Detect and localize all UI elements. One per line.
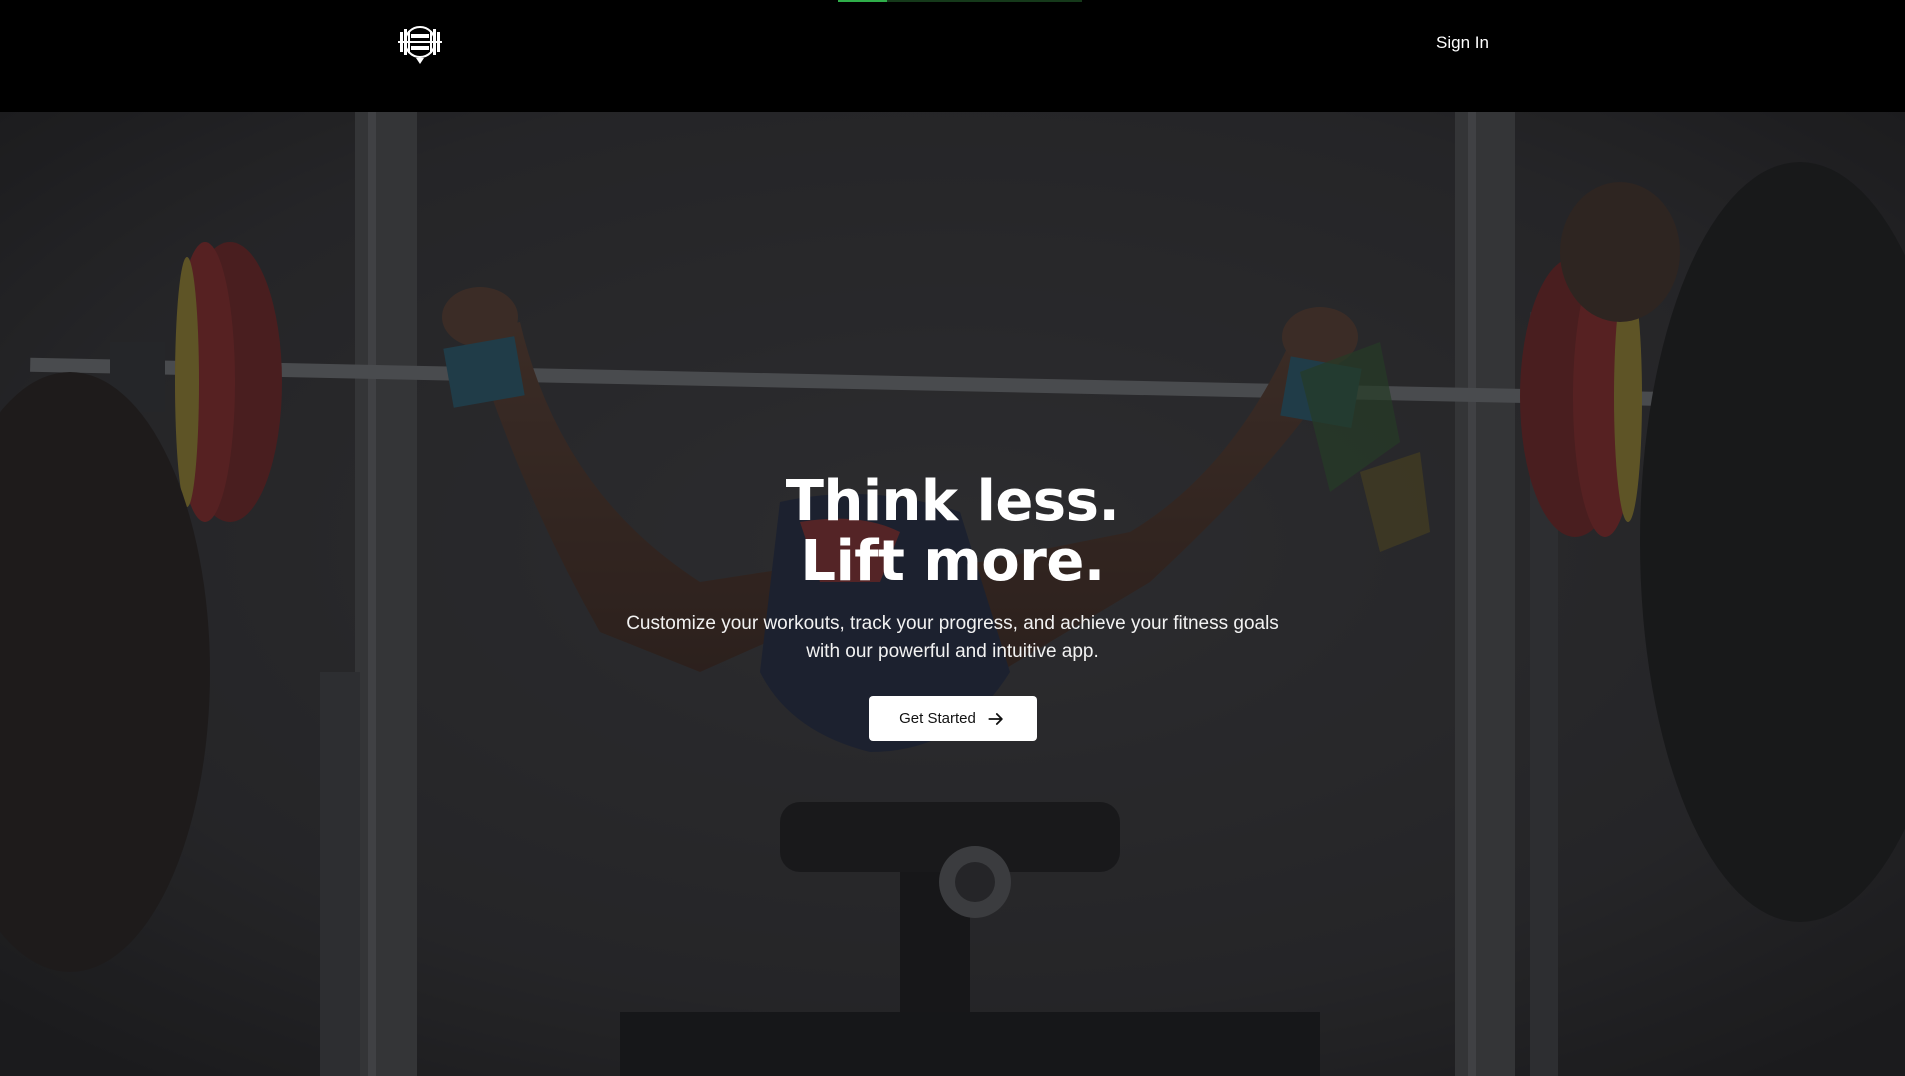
- subtext-line-2: with our powerful and intuitive app.: [806, 641, 1099, 662]
- hero-headline: Think less. Lift more.: [0, 472, 1905, 592]
- get-started-button[interactable]: Get Started: [868, 696, 1037, 741]
- headline-line-1: Think less.: [785, 469, 1120, 534]
- hero-subtext: Customize your workouts, track your prog…: [593, 610, 1313, 666]
- hero-content: Think less. Lift more. Customize your wo…: [0, 472, 1905, 741]
- barbell-globe-icon[interactable]: [396, 22, 444, 66]
- top-nav: Sign In: [0, 0, 1905, 112]
- get-started-label: Get Started: [899, 710, 976, 727]
- hero-section: Think less. Lift more. Customize your wo…: [0, 112, 1905, 1076]
- sign-in-link[interactable]: Sign In: [1436, 33, 1489, 53]
- arrow-right-icon: [988, 712, 1003, 725]
- loading-progress-bar: [838, 0, 1082, 2]
- headline-line-2: Lift more.: [800, 529, 1105, 594]
- loading-progress-fill: [838, 0, 887, 2]
- landing-page: Sign In Think less. Lift more. Customize…: [0, 0, 1905, 1076]
- subtext-line-1: Customize your workouts, track your prog…: [626, 613, 1279, 634]
